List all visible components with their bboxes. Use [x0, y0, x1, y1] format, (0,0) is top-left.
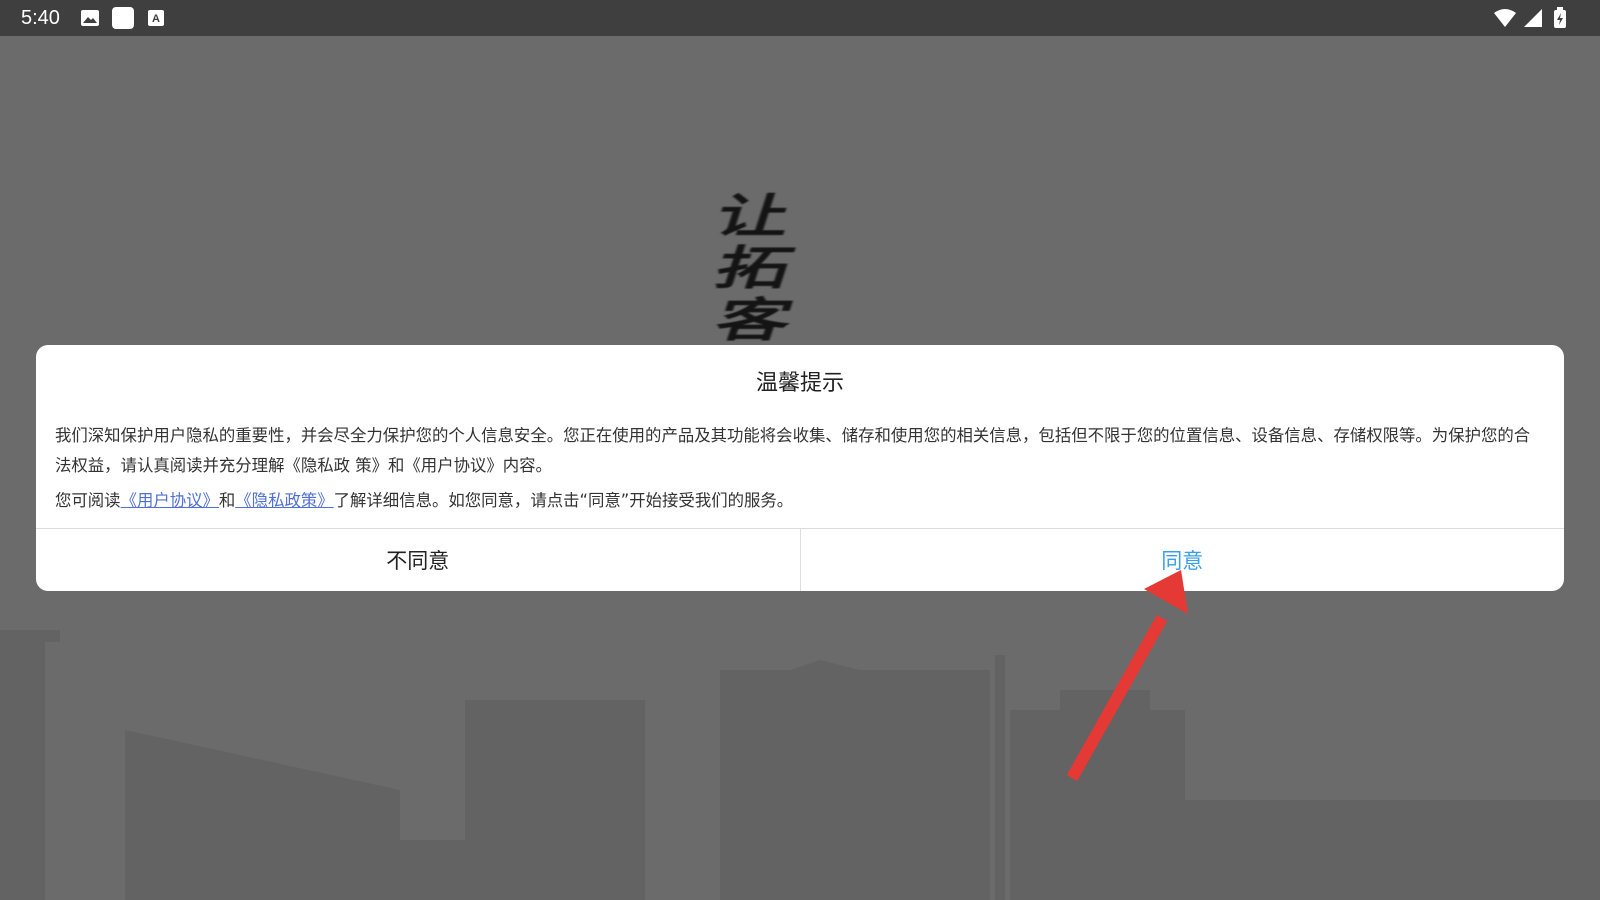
image-icon	[81, 10, 99, 26]
read-more-text: 您可阅读《用户协议》和《隐私政策》了解详细信息。如您同意，请点击“同意”开始接受…	[55, 486, 1545, 516]
app-logo: 让 拓 客	[709, 189, 876, 347]
privacy-notice-text: 我们深知保护用户隐私的重要性，并会尽全力保护您的个人信息安全。您正在使用的产品及…	[55, 426, 1531, 475]
privacy-policy-link[interactable]: 《隐私政策》	[235, 491, 333, 510]
read-more-prefix: 您可阅读	[55, 491, 121, 510]
app-square-icon	[112, 7, 134, 29]
status-bar: 5:40 A	[0, 0, 1600, 36]
svg-text:A: A	[152, 13, 160, 25]
city-skyline-background	[0, 630, 1600, 900]
cell-signal-icon	[1524, 9, 1542, 27]
dialog-title: 温馨提示	[755, 371, 844, 396]
dialog-body: 我们深知保护用户隐私的重要性，并会尽全力保护您的个人信息安全。您正在使用的产品及…	[55, 421, 1545, 516]
privacy-dialog: 温馨提示 我们深知保护用户隐私的重要性，并会尽全力保护您的个人信息安全。您正在使…	[36, 345, 1564, 591]
logo-char: 让	[708, 189, 800, 243]
logo-char: 客	[708, 293, 800, 347]
user-agreement-link[interactable]: 《用户协议》	[121, 491, 219, 510]
status-right-icons	[1492, 7, 1582, 29]
disagree-button[interactable]: 不同意	[36, 529, 801, 591]
status-time: 5:40	[21, 7, 60, 29]
screen: 5:40 A 让 拓 客 温馨提示 我们深知保护用户隐私的重要性，并会尽全力保护…	[0, 0, 1600, 900]
dialog-button-row: 不同意 同意	[36, 528, 1564, 591]
battery-icon	[1554, 7, 1566, 28]
read-more-suffix: 了解详细信息。如您同意，请点击“同意”开始接受我们的服务。	[333, 491, 794, 510]
font-download-icon: A	[148, 10, 164, 26]
agree-button[interactable]: 同意	[801, 529, 1565, 591]
logo-char: 拓	[708, 241, 800, 295]
read-more-and: 和	[218, 491, 236, 510]
wifi-icon	[1494, 9, 1516, 27]
